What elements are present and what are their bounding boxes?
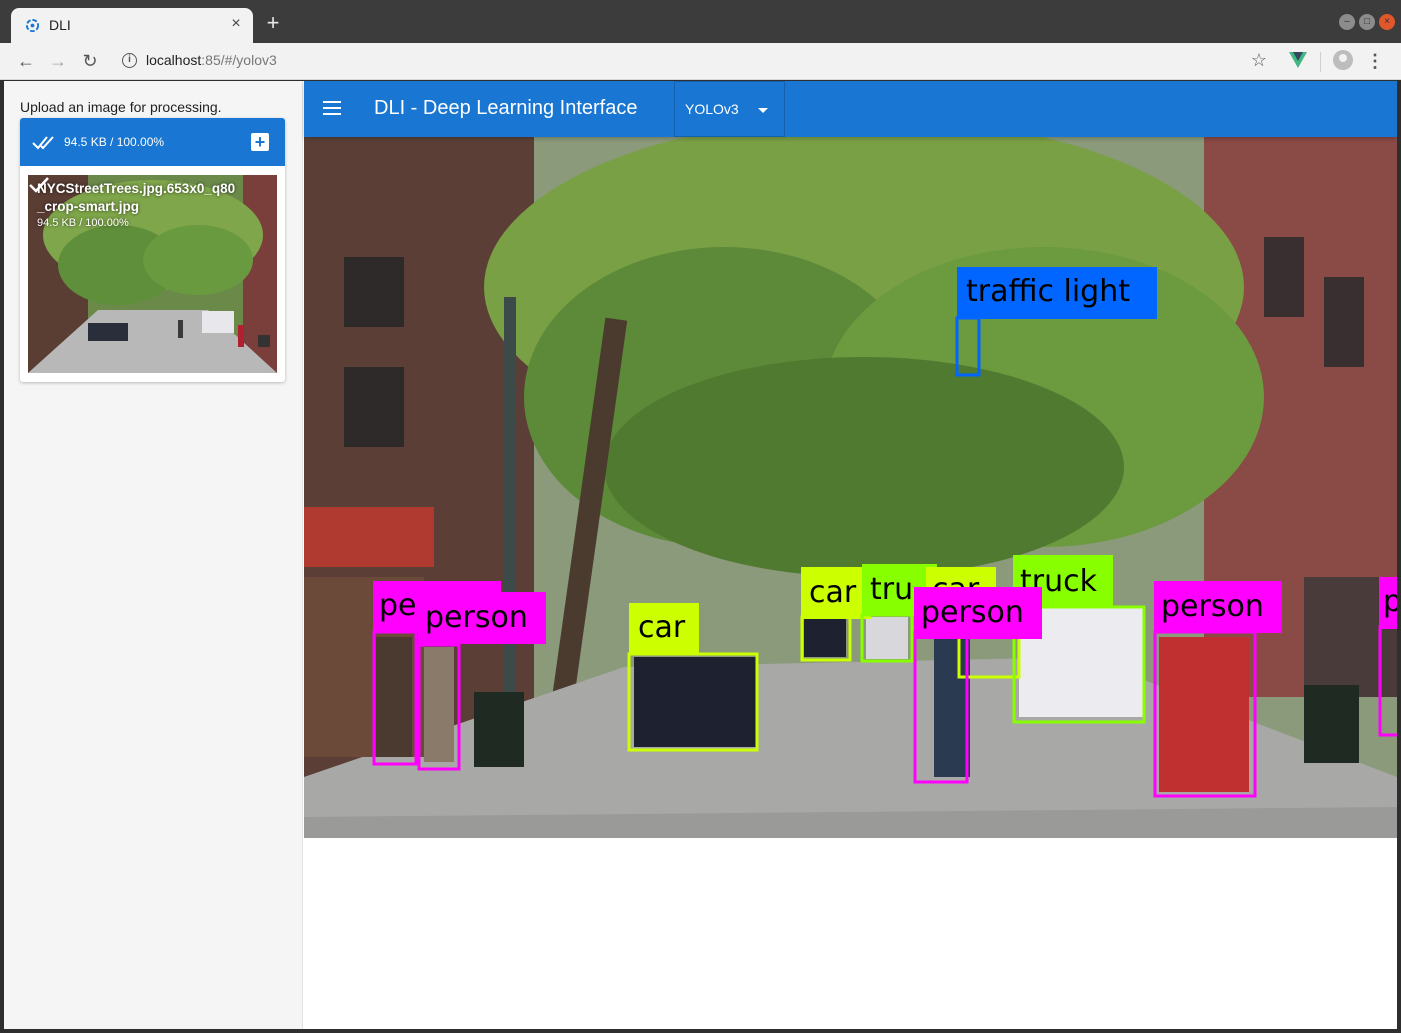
new-tab-button[interactable]: + (262, 12, 284, 34)
app-title: DLI - Deep Learning Interface (374, 97, 638, 119)
close-icon: × (1384, 16, 1390, 27)
browser-window: DLI × + – □ × ← → ↻ i localhost:85/#/yol… (0, 0, 1401, 1033)
toolbar-divider (1320, 52, 1321, 72)
browser-menu-icon[interactable]: ⋮ (1366, 49, 1384, 73)
maximize-button[interactable]: □ (1359, 14, 1375, 30)
back-arrow-icon[interactable]: ← (14, 49, 38, 73)
person-label-2: person (1161, 589, 1264, 624)
file-name: NYCStreetTrees.jpg.653x0_q80_crop-smart.… (37, 181, 236, 214)
main-content: DLI - Deep Learning Interface YOLOv3 tra… (304, 81, 1397, 1029)
browser-tab[interactable]: DLI × (11, 8, 253, 43)
truck-label-2: tru (870, 572, 913, 607)
url-host: localhost (146, 52, 202, 68)
url-path: :85/#/yolov3 (201, 52, 277, 68)
close-window-button[interactable]: × (1379, 14, 1395, 30)
check-icon (29, 177, 49, 193)
person-label-4: person (425, 600, 528, 635)
maximize-icon: □ (1363, 16, 1371, 27)
app-bar: DLI - Deep Learning Interface YOLOv3 (304, 81, 1397, 137)
traffic-light-label: traffic light (966, 274, 1130, 309)
uploader-header: 94.5 KB / 100.00% + (20, 118, 285, 166)
uploaded-file-card[interactable]: NYCStreetTrees.jpg.653x0_q80_crop-smart.… (28, 175, 277, 373)
caret-down-icon (758, 108, 768, 113)
uploader-panel: 94.5 KB / 100.00% + NYCStreetTrees.jpg.6… (20, 118, 285, 382)
minimize-button[interactable]: – (1339, 14, 1355, 30)
sidebar: Upload an image for processing. 94.5 KB … (4, 81, 303, 1029)
car-label: car (638, 610, 686, 645)
add-box-icon[interactable]: + (251, 133, 269, 151)
person-label-5: p (1383, 584, 1397, 619)
address-bar[interactable]: localhost:85/#/yolov3 (146, 52, 277, 68)
tab-title: DLI (49, 17, 71, 33)
reload-icon[interactable]: ↻ (78, 49, 102, 73)
uploader-status: 94.5 KB / 100.00% (64, 135, 165, 149)
car-label-2: car (809, 575, 857, 610)
person-label-1: person (921, 595, 1024, 630)
vue-devtools-icon[interactable] (1289, 52, 1307, 68)
result-image: traffic light car car tru car truck (304, 137, 1397, 838)
dli-favicon-icon (25, 18, 40, 33)
hamburger-menu-icon[interactable] (323, 100, 343, 116)
tab-close-icon[interactable]: × (227, 14, 245, 34)
bookmark-star-icon[interactable]: ☆ (1248, 49, 1270, 71)
profile-avatar[interactable] (1333, 50, 1353, 70)
person-label-3: pe (379, 588, 417, 623)
minimize-icon: – (1344, 16, 1350, 27)
tab-strip: DLI × + – □ × (0, 0, 1401, 43)
file-size: 94.5 KB / 100.00% (37, 217, 129, 229)
model-select[interactable]: YOLOv3 (674, 81, 785, 137)
page: Upload an image for processing. 94.5 KB … (4, 81, 1397, 1029)
forward-arrow-icon[interactable]: → (46, 49, 70, 73)
detection-result-image: traffic light car car tru car truck (304, 137, 1397, 838)
upload-instructions: Upload an image for processing. (20, 99, 222, 115)
model-select-value: YOLOv3 (685, 101, 739, 117)
double-check-icon (32, 136, 54, 150)
site-info-icon[interactable]: i (122, 53, 137, 68)
browser-toolbar: ← → ↻ i localhost:85/#/yolov3 ☆ ⋮ (0, 43, 1401, 80)
